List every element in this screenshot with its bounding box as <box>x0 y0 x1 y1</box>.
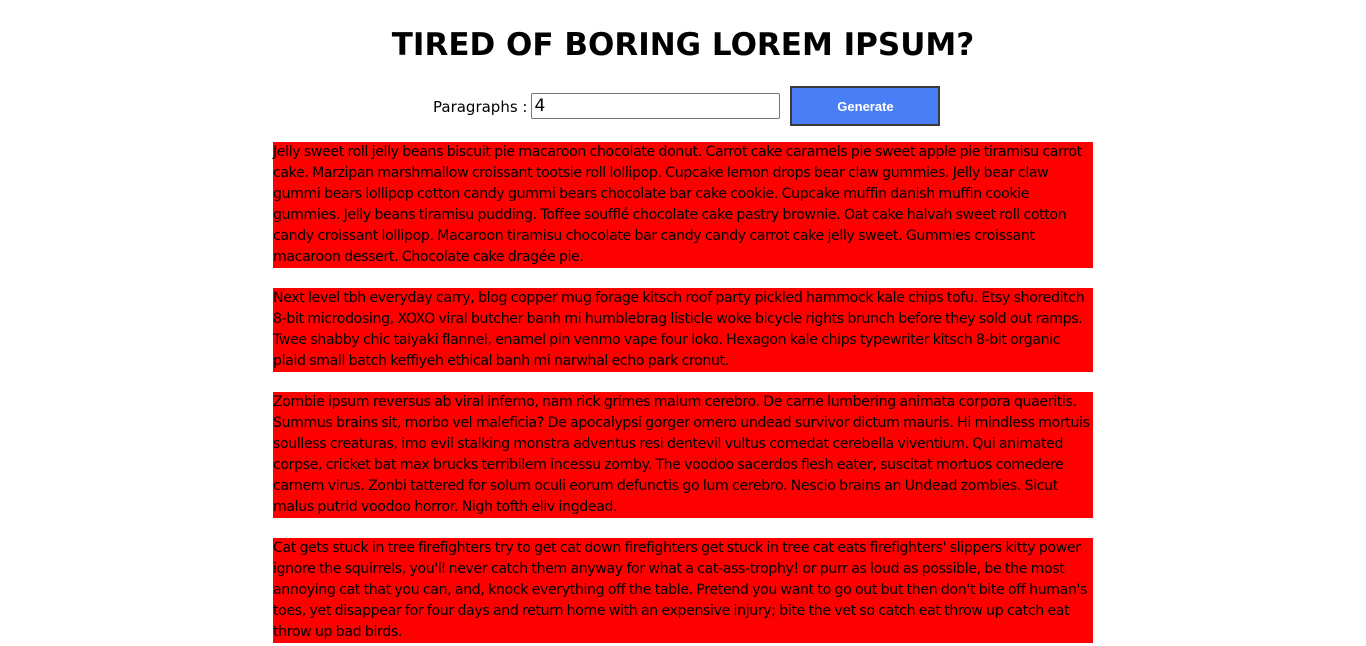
generated-paragraph: Next level tbh everyday carry, blog copp… <box>273 288 1093 372</box>
page-title: TIRED OF BORING LOREM IPSUM? <box>391 27 975 63</box>
generate-button[interactable]: Generate <box>790 86 941 126</box>
paragraphs-input[interactable] <box>531 93 781 119</box>
page: TIRED OF BORING LOREM IPSUM? Paragraphs … <box>0 0 1366 646</box>
generator-form: Paragraphs : Generate <box>433 86 941 126</box>
generated-paragraph: Jelly sweet roll jelly beans biscuit pie… <box>273 142 1093 268</box>
generated-paragraph: Zombie ipsum reversus ab viral inferno, … <box>273 392 1093 518</box>
generated-paragraph: Cat gets stuck in tree firefighters try … <box>273 538 1093 643</box>
paragraphs-output: Jelly sweet roll jelly beans biscuit pie… <box>273 142 1093 646</box>
paragraphs-label: Paragraphs : <box>433 98 528 116</box>
